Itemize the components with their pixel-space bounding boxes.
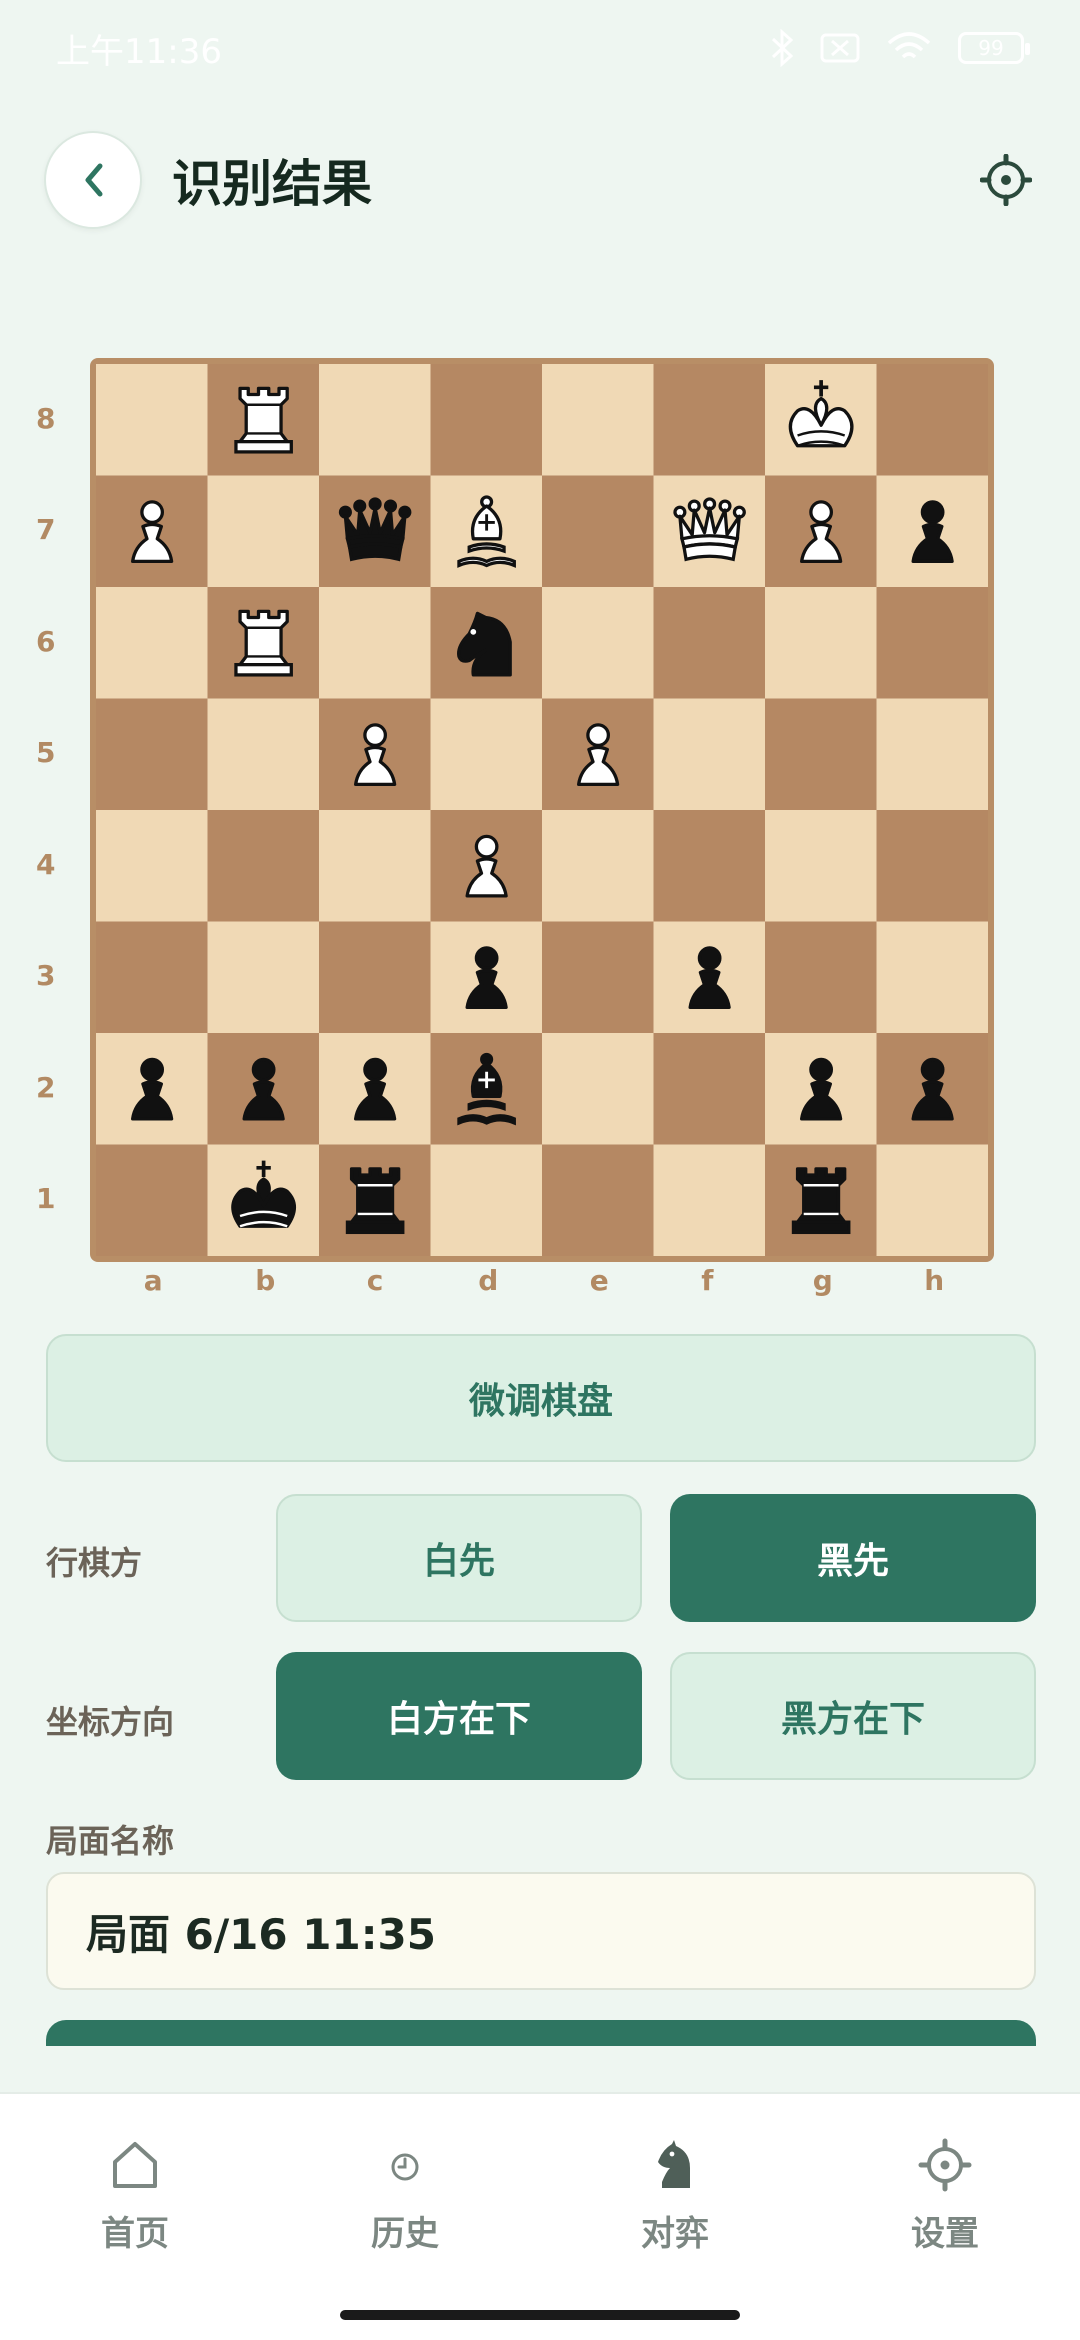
wifi-icon	[887, 32, 931, 59]
home-icon	[113, 2142, 157, 2188]
home-indicator	[340, 2310, 740, 2320]
square-h4[interactable]	[876, 810, 989, 922]
square-c6[interactable]	[319, 587, 431, 699]
nav-label-play: 对弈	[641, 2214, 709, 2254]
status-icons: 99	[770, 29, 1030, 67]
nav-label-settings: 设置	[911, 2214, 979, 2254]
rank-label: 7	[36, 513, 56, 547]
back-button[interactable]	[44, 131, 142, 229]
square-f2[interactable]	[653, 1033, 766, 1145]
board-area: 8 7 6 5 4 3 2 1 a b c d e f g h	[30, 356, 1010, 1297]
battery-icon: 99	[958, 32, 1030, 64]
file-label: d	[478, 1264, 499, 1297]
black-bottom-button[interactable]: 黑方在下	[670, 1652, 1036, 1780]
square-e3[interactable]	[542, 921, 654, 1034]
chess-board[interactable]	[90, 358, 994, 1262]
rank-label: 4	[36, 847, 56, 881]
square-e6[interactable]	[542, 587, 654, 699]
position-name-value: 局面 6/16 11:35	[86, 1909, 436, 1959]
file-label: a	[143, 1264, 163, 1297]
status-time: 上午11:36	[56, 31, 222, 72]
rank-label: 1	[36, 1182, 56, 1216]
square-c4[interactable]	[319, 810, 431, 922]
chevron-left-icon	[85, 163, 103, 197]
gear-icon	[980, 154, 1032, 206]
bluetooth-icon	[771, 29, 794, 67]
battery-level: 99	[978, 36, 1004, 60]
rank-label: 2	[36, 1070, 56, 1104]
square-a1[interactable]	[96, 1144, 208, 1257]
square-a3[interactable]	[96, 921, 208, 1034]
square-d1[interactable]	[430, 1144, 543, 1257]
square-e8[interactable]	[542, 364, 654, 476]
rank-label: 5	[36, 736, 56, 770]
knight-icon	[658, 2140, 690, 2188]
status-bar: 上午11:36 99	[0, 0, 1080, 96]
square-a6[interactable]	[96, 587, 208, 699]
no-sim-icon	[820, 33, 860, 63]
file-label: c	[366, 1264, 384, 1297]
square-e1[interactable]	[542, 1144, 654, 1257]
page-title: 识别结果	[172, 155, 372, 213]
turn-label: 行棋方	[46, 1544, 143, 1582]
settings-button[interactable]	[976, 150, 1036, 210]
square-d5[interactable]	[430, 698, 543, 811]
square-f6[interactable]	[653, 587, 766, 699]
square-h3[interactable]	[876, 921, 989, 1034]
black-to-move-button[interactable]: 黑先	[670, 1494, 1036, 1622]
square-a5[interactable]	[96, 698, 208, 811]
square-c8[interactable]	[319, 364, 431, 476]
bottom-nav: 首页 历史 对弈 设置	[0, 2092, 1080, 2340]
square-g6[interactable]	[765, 587, 877, 699]
orientation-label: 坐标方向	[46, 1703, 175, 1741]
square-g5[interactable]	[765, 698, 877, 811]
nav-item-settings[interactable]: 设置	[810, 2094, 1080, 2340]
board-svg[interactable]	[96, 364, 988, 1256]
square-b3[interactable]	[207, 921, 320, 1034]
white-bottom-button[interactable]: 白方在下	[276, 1652, 642, 1780]
file-label: f	[701, 1264, 714, 1297]
square-f5[interactable]	[653, 698, 766, 811]
square-h6[interactable]	[876, 587, 989, 699]
rank-label: 6	[36, 624, 56, 658]
square-d8[interactable]	[430, 364, 543, 476]
file-label: e	[589, 1264, 609, 1297]
square-g4[interactable]	[765, 810, 877, 922]
square-f4[interactable]	[653, 810, 766, 922]
square-f8[interactable]	[653, 364, 766, 476]
position-name-input[interactable]: 局面 6/16 11:35	[46, 1872, 1036, 1990]
square-h1[interactable]	[876, 1144, 989, 1257]
rank-label: 3	[36, 959, 56, 993]
square-c3[interactable]	[319, 921, 431, 1034]
gear-icon	[918, 2138, 972, 2192]
file-label: g	[812, 1264, 833, 1297]
nav-item-history[interactable]: 历史	[270, 2094, 540, 2340]
history-icon	[391, 2153, 419, 2181]
square-e7[interactable]	[542, 475, 654, 588]
nav-item-home[interactable]: 首页	[0, 2094, 270, 2340]
nav-item-play[interactable]: 对弈	[540, 2094, 810, 2340]
square-a8[interactable]	[96, 364, 208, 476]
nav-label-home: 首页	[101, 2214, 169, 2254]
square-g3[interactable]	[765, 921, 877, 1034]
nav-label-history: 历史	[371, 2214, 439, 2254]
square-b5[interactable]	[207, 698, 320, 811]
file-label: b	[255, 1264, 276, 1297]
square-f1[interactable]	[653, 1144, 766, 1257]
square-h5[interactable]	[876, 698, 989, 811]
position-name-label: 局面名称	[46, 1822, 175, 1860]
square-e4[interactable]	[542, 810, 654, 922]
square-e2[interactable]	[542, 1033, 654, 1145]
square-b7[interactable]	[207, 475, 320, 588]
white-to-move-button[interactable]: 白先	[276, 1494, 642, 1622]
square-h8[interactable]	[876, 364, 989, 476]
file-label: h	[924, 1264, 945, 1297]
header: 识别结果	[44, 130, 1036, 230]
adjust-board-button[interactable]: 微调棋盘	[46, 1334, 1036, 1462]
rank-label: 8	[36, 401, 56, 435]
square-b4[interactable]	[207, 810, 320, 922]
confirm-button[interactable]	[46, 2020, 1036, 2046]
square-a4[interactable]	[96, 810, 208, 922]
